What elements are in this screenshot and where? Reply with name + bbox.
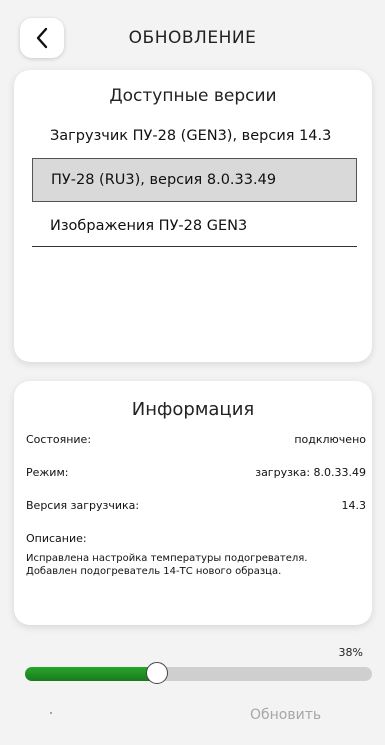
info-row-bootloader-version: Версия загрузчика: 14.3 bbox=[26, 499, 366, 512]
info-row-state: Состояние: подключено bbox=[26, 433, 366, 446]
info-value: 14.3 bbox=[341, 499, 367, 512]
info-row-mode: Режим: загрузка: 8.0.33.49 bbox=[26, 466, 366, 479]
info-label: Состояние: bbox=[26, 433, 92, 446]
list-divider bbox=[32, 246, 357, 247]
versions-heading: Доступные версии bbox=[109, 86, 277, 106]
version-item-label: Загрузчик ПУ-28 (GEN3), версия 14.3 bbox=[50, 128, 332, 144]
page-title: ОБНОВЛЕНИЕ bbox=[128, 28, 257, 48]
info-value: загрузка: 8.0.33.49 bbox=[255, 466, 366, 479]
info-value: подключено bbox=[294, 433, 366, 446]
info-heading: Информация bbox=[131, 399, 255, 420]
decorative-dot bbox=[50, 712, 52, 714]
description-text: Исправлена настройка температуры подогре… bbox=[26, 553, 308, 577]
progress-bar[interactable] bbox=[25, 662, 372, 684]
progress-percent: 38% bbox=[338, 646, 363, 659]
info-label: Режим: bbox=[26, 466, 69, 479]
information-card: Информация Состояние: подключено Режим: … bbox=[14, 381, 372, 625]
progress-thumb[interactable] bbox=[145, 662, 168, 684]
version-item-bootloader[interactable]: Загрузчик ПУ-28 (GEN3), версия 14.3 bbox=[32, 114, 357, 158]
description-label: Описание: bbox=[26, 532, 87, 545]
version-item-firmware[interactable]: ПУ-28 (RU3), версия 8.0.33.49 bbox=[32, 158, 357, 202]
progress-fill bbox=[25, 667, 157, 681]
version-item-label: ПУ-28 (RU3), версия 8.0.33.49 bbox=[51, 172, 277, 188]
header: ОБНОВЛЕНИЕ bbox=[0, 0, 385, 80]
available-versions-card: Доступные версии Загрузчик ПУ-28 (GEN3),… bbox=[14, 70, 372, 362]
version-item-images[interactable]: Изображения ПУ-28 GEN3 bbox=[32, 204, 357, 248]
version-item-label: Изображения ПУ-28 GEN3 bbox=[50, 218, 248, 234]
update-button[interactable]: Обновить bbox=[250, 707, 321, 723]
info-label: Версия загрузчика: bbox=[26, 499, 140, 512]
